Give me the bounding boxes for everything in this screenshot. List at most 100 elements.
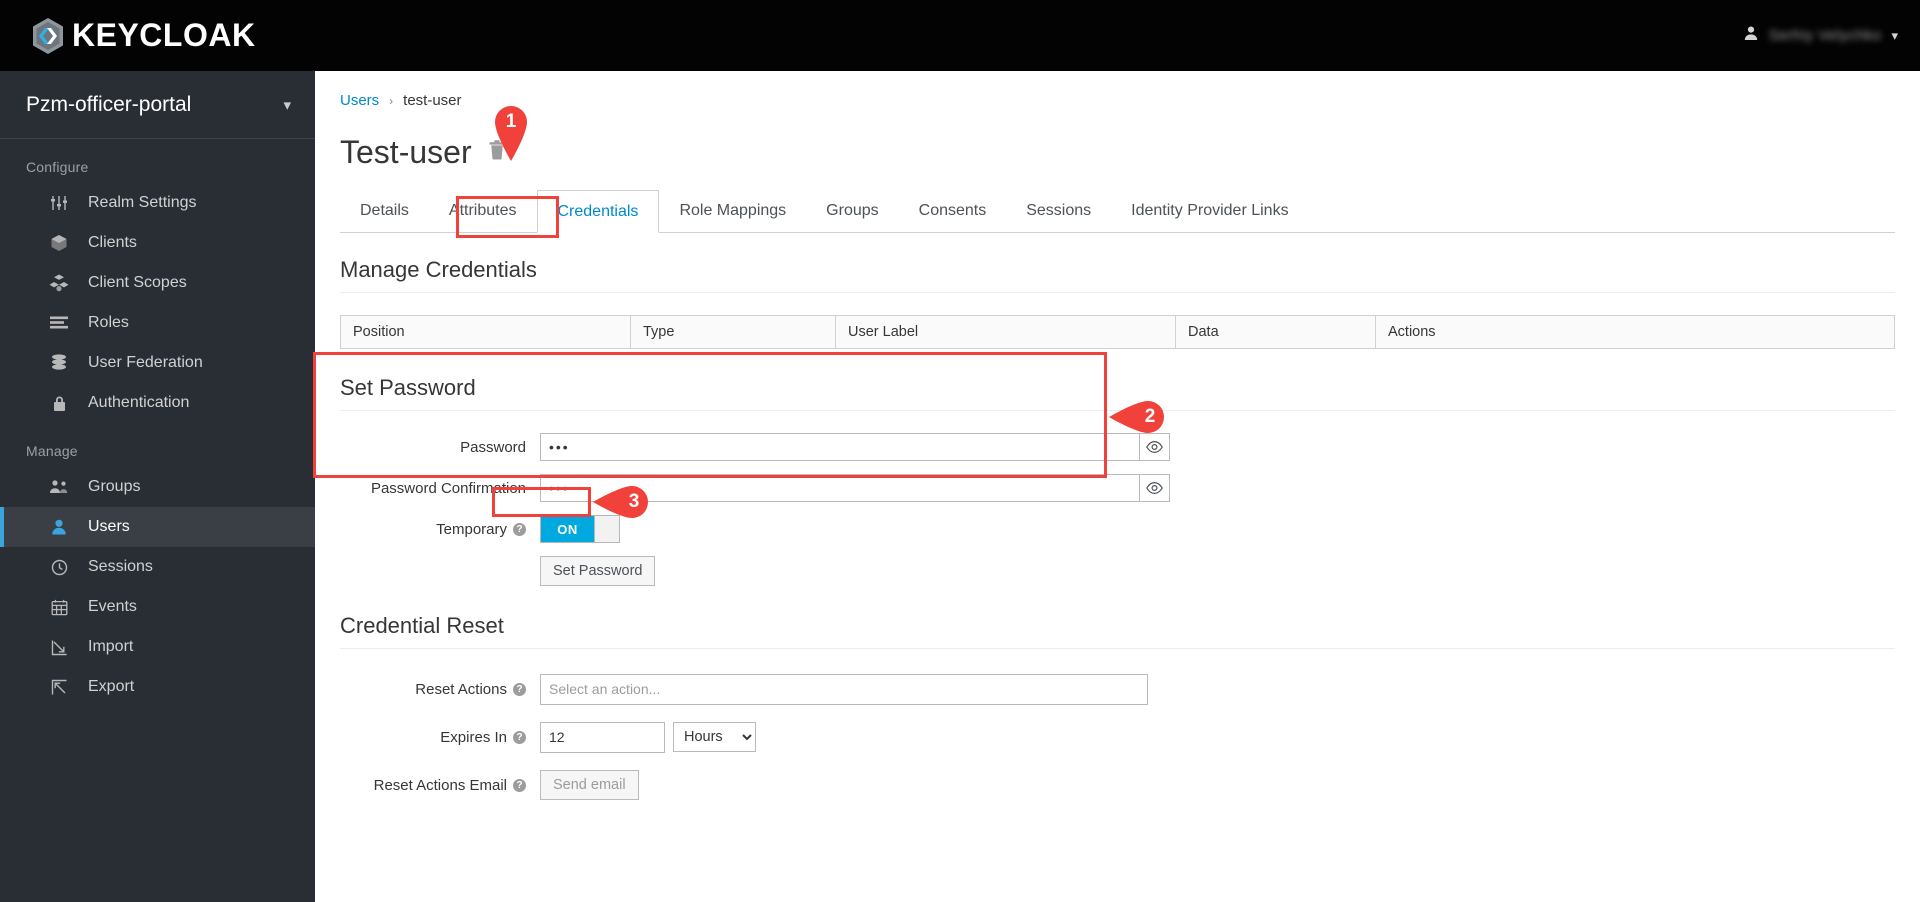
set-password-button[interactable]: Set Password: [540, 556, 656, 586]
sidebar-item-label: Groups: [88, 478, 141, 495]
sidebar-item-label: Clients: [88, 234, 137, 251]
tab-groups[interactable]: Groups: [806, 190, 898, 232]
sidebar-item-authentication[interactable]: Authentication: [0, 383, 315, 423]
breadcrumb-current: test-user: [403, 92, 462, 109]
import-arrow-icon: [48, 638, 70, 656]
breadcrumb-separator-icon: ›: [389, 93, 394, 108]
reset-actions-email-label-wrap: Reset Actions Email ?: [340, 777, 540, 794]
cube-icon: [48, 234, 70, 252]
tab-attributes[interactable]: Attributes: [429, 190, 537, 232]
sidebar-item-client-scopes[interactable]: Client Scopes: [0, 263, 315, 303]
manage-credentials-heading: Manage Credentials: [340, 257, 1895, 293]
trash-icon[interactable]: [488, 140, 506, 165]
sidebar-item-roles[interactable]: Roles: [0, 303, 315, 343]
temporary-label: Temporary: [436, 520, 507, 538]
tab-bar: Details Attributes Credentials Role Mapp…: [340, 190, 1895, 233]
lock-icon: [48, 394, 70, 412]
realm-name-label: Pzm-officer-portal: [26, 92, 192, 116]
expires-in-unit-select[interactable]: Hours: [673, 722, 756, 752]
help-circle-icon[interactable]: ?: [513, 778, 526, 792]
help-circle-icon[interactable]: ?: [513, 522, 526, 536]
password-row: Password: [340, 433, 1895, 461]
tab-identity-provider-links[interactable]: Identity Provider Links: [1111, 190, 1308, 232]
sidebar-item-realm-settings[interactable]: Realm Settings: [0, 183, 315, 223]
nav-section-configure-title: Configure: [26, 159, 89, 175]
password-input[interactable]: [540, 433, 1140, 461]
temporary-label-wrap: Temporary ?: [340, 521, 540, 538]
brand-text: KEYCLOAK: [72, 17, 256, 53]
cubes-icon: [48, 274, 70, 292]
page-title: Test-user: [340, 134, 472, 170]
sidebar-item-sessions[interactable]: Sessions: [0, 547, 315, 587]
users-group-icon: [48, 478, 70, 496]
sidebar-item-clients[interactable]: Clients: [0, 223, 315, 263]
chevron-down-icon: ▾: [283, 96, 291, 114]
column-header-data: Data: [1175, 315, 1376, 349]
tab-sessions[interactable]: Sessions: [1006, 190, 1111, 232]
set-password-form: Password Password Confirmation: [340, 433, 1895, 586]
sidebar-item-import[interactable]: Import: [0, 627, 315, 667]
tab-details[interactable]: Details: [340, 190, 429, 232]
main-content: Users › test-user Test-user Details Attr…: [315, 71, 1920, 902]
temporary-toggle[interactable]: ON: [540, 515, 620, 543]
sidebar-item-label: Client Scopes: [88, 274, 187, 291]
password-confirmation-input[interactable]: [540, 474, 1140, 502]
keycloak-admin-console: KEYCLOAK Serhiy Velychko ▾ Pzm-officer-p…: [0, 0, 1920, 902]
sidebar-item-label: Export: [88, 678, 135, 695]
sidebar-item-label: Import: [88, 638, 134, 655]
user-avatar-icon: [1743, 25, 1759, 46]
credential-reset-heading: Credential Reset: [340, 613, 1895, 649]
reset-actions-email-row: Reset Actions Email ? Send email: [340, 769, 1895, 801]
sidebar-item-label: Sessions: [88, 558, 153, 575]
expires-in-label: Expires In: [440, 728, 507, 746]
list-rows-icon: [48, 314, 70, 332]
user-menu[interactable]: Serhiy Velychko ▾: [1743, 0, 1898, 71]
sliders-icon: [48, 194, 70, 212]
sidebar-item-user-federation[interactable]: User Federation: [0, 343, 315, 383]
sidebar-item-label: Roles: [88, 314, 129, 331]
column-header-position: Position: [340, 315, 631, 349]
export-arrow-icon: [48, 678, 70, 696]
expires-in-input[interactable]: [540, 721, 665, 753]
sidebar: Pzm-officer-portal ▾ Configure Realm Set…: [0, 71, 315, 902]
reset-actions-input[interactable]: [540, 673, 1148, 705]
sidebar-item-users[interactable]: Users: [0, 507, 315, 547]
breadcrumb: Users › test-user: [315, 71, 1920, 109]
temporary-toggle-knob: [594, 516, 619, 542]
reset-actions-email-label: Reset Actions Email: [373, 776, 507, 794]
clock-icon: [48, 558, 70, 576]
eye-icon[interactable]: [1140, 474, 1170, 502]
user-name-label: Serhiy Velychko: [1768, 27, 1882, 44]
help-circle-icon[interactable]: ?: [513, 730, 526, 744]
nav-section-manage-title: Manage: [26, 443, 78, 459]
column-header-type: Type: [630, 315, 836, 349]
breadcrumb-users-link[interactable]: Users: [340, 92, 379, 109]
send-email-button[interactable]: Send email: [540, 770, 639, 800]
sidebar-item-label: Users: [88, 518, 130, 535]
tab-credentials[interactable]: Credentials: [536, 190, 660, 233]
column-header-actions: Actions: [1375, 315, 1895, 349]
password-label: Password: [460, 438, 526, 456]
sidebar-item-label: User Federation: [88, 354, 203, 371]
brand-logo[interactable]: KEYCLOAK: [26, 0, 256, 71]
chevron-down-icon[interactable]: ▾: [1891, 28, 1898, 44]
password-confirmation-label: Password Confirmation: [370, 479, 526, 497]
sidebar-item-groups[interactable]: Groups: [0, 467, 315, 507]
masthead: KEYCLOAK Serhiy Velychko ▾: [0, 0, 1920, 71]
sidebar-item-events[interactable]: Events: [0, 587, 315, 627]
tab-consents[interactable]: Consents: [899, 190, 1007, 232]
user-icon: [48, 518, 70, 536]
password-confirmation-row: Password Confirmation: [340, 474, 1895, 502]
expires-in-row: Expires In ? Hours: [340, 721, 1895, 753]
sidebar-item-export[interactable]: Export: [0, 667, 315, 707]
help-circle-icon[interactable]: ?: [513, 682, 526, 696]
calendar-icon: [48, 598, 70, 616]
realm-selector[interactable]: Pzm-officer-portal ▾: [0, 71, 315, 139]
sidebar-item-label: Realm Settings: [88, 194, 197, 211]
tab-role-mappings[interactable]: Role Mappings: [659, 190, 806, 232]
eye-icon[interactable]: [1140, 433, 1170, 461]
credential-reset-form: Reset Actions ? Expires In ? Hours Reset…: [340, 673, 1895, 801]
temporary-toggle-state: ON: [541, 516, 594, 542]
temporary-row: Temporary ? ON: [340, 515, 1895, 543]
set-password-heading: Set Password: [340, 375, 1895, 411]
